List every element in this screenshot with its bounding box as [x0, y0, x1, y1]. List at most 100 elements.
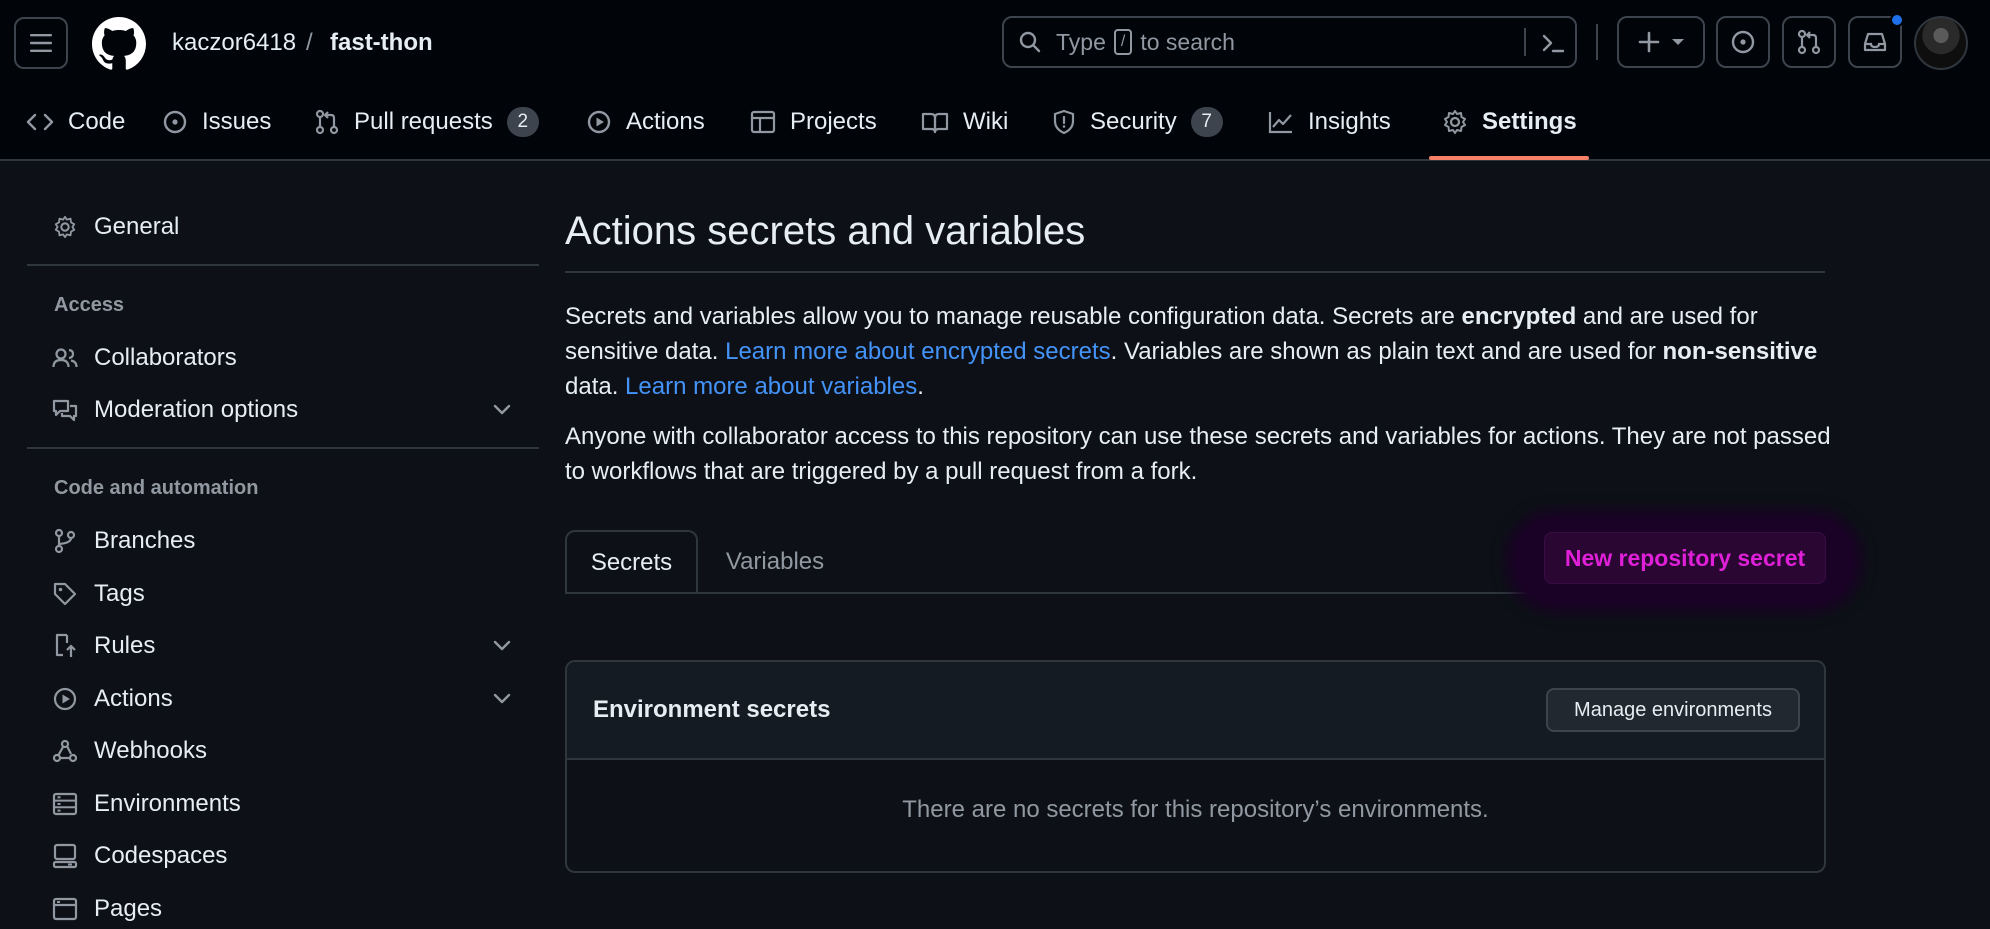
command-palette-icon[interactable] — [1540, 30, 1566, 56]
breadcrumb-owner[interactable]: kaczor6418 — [172, 27, 296, 59]
tab-pull-requests[interactable]: Pull requests 2 — [314, 100, 539, 144]
sidebar-heading-access: Access — [54, 294, 125, 316]
new-repository-secret-button[interactable]: New repository secret — [1544, 532, 1826, 584]
codespaces-icon — [52, 843, 78, 869]
intro-paragraph: Secrets and variables allow you to manag… — [565, 299, 1835, 404]
github-logo-icon[interactable] — [92, 17, 146, 71]
create-new-button[interactable] — [1617, 16, 1705, 68]
environment-secrets-empty-state: There are no secrets for this repository… — [902, 796, 1489, 823]
sidebar-item-codespaces[interactable]: Codespaces — [52, 836, 522, 876]
sidebar-item-moderation-options[interactable]: Moderation options — [52, 390, 522, 430]
sidebar-item-label: Tags — [94, 580, 145, 607]
tab-secrets[interactable]: Secrets — [565, 530, 698, 594]
environment-secrets-title: Environment secrets — [593, 696, 831, 723]
page-title: Actions secrets and variables — [565, 209, 1086, 253]
sidebar-item-branches[interactable]: Branches — [52, 521, 522, 561]
tab-settings-label: Settings — [1482, 108, 1577, 135]
inbox-icon — [1863, 32, 1887, 52]
tab-actions[interactable]: Actions — [586, 100, 705, 144]
intro-text: . Variables are shown as plain text and … — [1110, 338, 1663, 365]
issue-icon — [1731, 30, 1755, 54]
tab-insights[interactable]: Insights — [1268, 100, 1391, 144]
intro-emphasis-non-sensitive: non-sensitive — [1662, 338, 1818, 365]
sidebar-item-label: Webhooks — [94, 737, 207, 764]
chevron-down-icon — [493, 404, 511, 415]
table-icon — [750, 110, 776, 134]
tab-variables[interactable]: Variables — [705, 530, 845, 594]
tab-code-label: Code — [68, 108, 126, 135]
branch-icon — [54, 528, 76, 554]
sidebar-item-collaborators[interactable]: Collaborators — [52, 338, 522, 378]
your-issues-button[interactable] — [1716, 16, 1770, 68]
sidebar-item-actions[interactable]: Actions — [52, 679, 522, 719]
hamburger-menu-button[interactable] — [14, 17, 68, 69]
access-note: Anyone with collaborator access to this … — [565, 423, 1831, 485]
search-placeholder-prefix: Type — [1056, 28, 1106, 55]
tab-security[interactable]: Security 7 — [1052, 100, 1223, 144]
webhook-icon — [52, 739, 78, 763]
tab-settings[interactable]: Settings — [1442, 100, 1577, 144]
search-input[interactable]: Type / to search — [1002, 16, 1577, 68]
tag-icon — [53, 582, 77, 606]
issue-icon — [163, 110, 187, 134]
people-icon — [52, 348, 78, 368]
gear-icon — [1444, 110, 1466, 134]
code-icon — [26, 113, 54, 131]
chevron-down-icon — [493, 693, 511, 704]
header-divider — [1596, 24, 1598, 60]
browser-icon — [52, 897, 78, 921]
tab-projects-label: Projects — [790, 108, 877, 135]
tab-wiki[interactable]: Wiki — [921, 100, 1008, 144]
tab-projects[interactable]: Projects — [750, 100, 877, 144]
play-icon — [587, 110, 611, 134]
sidebar-item-label: Codespaces — [94, 842, 228, 869]
notification-indicator — [1890, 13, 1904, 27]
sidebar-item-pages[interactable]: Pages — [52, 889, 522, 929]
intro-text: data. — [565, 373, 626, 400]
sidebar-item-environments[interactable]: Environments — [52, 784, 522, 824]
sidebar-item-label: Environments — [94, 790, 241, 817]
manage-environments-button[interactable]: Manage environments — [1546, 688, 1800, 732]
sidebar-item-label: Moderation options — [94, 396, 299, 423]
play-icon — [53, 687, 77, 711]
sidebar-item-label: Collaborators — [94, 344, 237, 371]
tab-issues-label: Issues — [202, 108, 272, 135]
hamburger-icon — [30, 34, 52, 52]
tab-insights-label: Insights — [1308, 108, 1391, 135]
chevron-down-icon — [493, 640, 511, 651]
environment-secrets-panel: Environment secrets Manage environments … — [565, 660, 1826, 873]
encrypted-secrets-link[interactable]: Learn more about encrypted secrets — [725, 338, 1111, 365]
sidebar-item-tags[interactable]: Tags — [52, 574, 522, 614]
environment-secrets-header: Environment secrets Manage environments — [567, 662, 1824, 760]
repo-push-icon — [55, 633, 76, 657]
tab-wiki-label: Wiki — [963, 108, 1009, 135]
sidebar-item-general[interactable]: General — [52, 207, 522, 247]
sidebar-item-rules[interactable]: Rules — [52, 626, 522, 666]
intro-text: . — [917, 373, 924, 400]
variables-link[interactable]: Learn more about variables — [625, 373, 917, 400]
avatar[interactable] — [1914, 16, 1968, 70]
plus-icon — [1638, 31, 1660, 53]
gear-icon — [54, 215, 76, 239]
sidebar-item-label: Pages — [94, 895, 163, 922]
pull-request-icon — [315, 109, 339, 135]
tab-code[interactable]: Code — [26, 100, 125, 144]
server-icon — [52, 792, 78, 816]
breadcrumb-repo[interactable]: fast-thon — [330, 27, 433, 59]
tab-issues[interactable]: Issues — [162, 100, 271, 144]
search-icon — [1019, 31, 1041, 53]
search-divider — [1524, 28, 1526, 56]
tab-actions-label: Actions — [626, 108, 705, 135]
sidebar-divider — [27, 264, 539, 266]
sidebar-item-webhooks[interactable]: Webhooks — [52, 731, 522, 771]
sidebar-item-label: General — [94, 213, 180, 240]
tab-security-label: Security — [1090, 108, 1177, 135]
title-divider — [565, 271, 1825, 273]
book-icon — [921, 112, 949, 134]
sidebar-item-label: Branches — [94, 527, 196, 554]
sidebar-heading-code-automation: Code and automation — [54, 477, 259, 499]
shield-icon — [1053, 109, 1075, 135]
search-shortcut-key: / — [1113, 29, 1133, 55]
caret-down-icon — [1672, 39, 1684, 45]
your-pull-requests-button[interactable] — [1782, 16, 1836, 68]
